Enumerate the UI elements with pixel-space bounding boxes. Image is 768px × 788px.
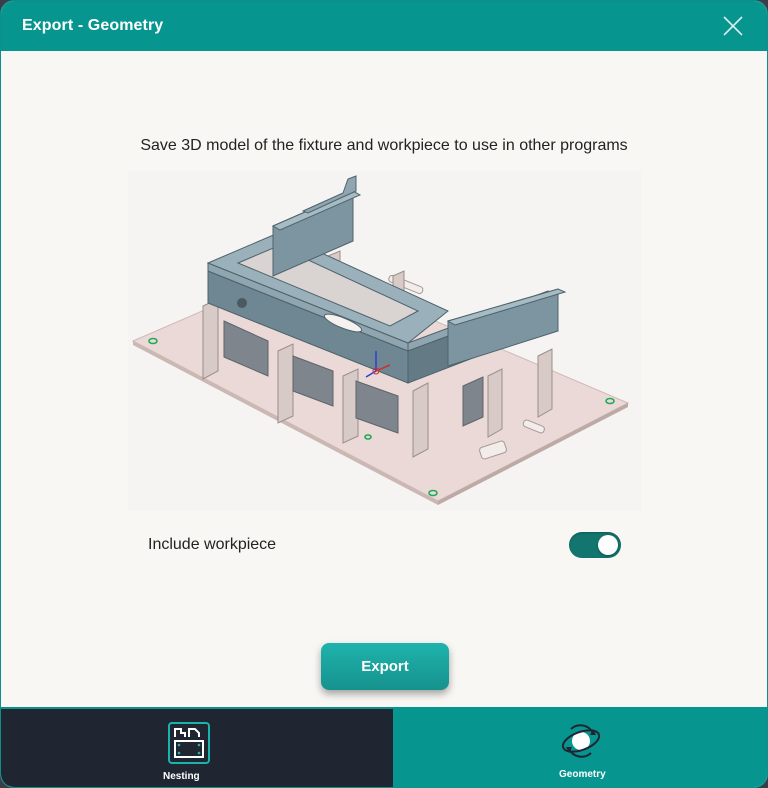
- close-icon: [723, 16, 743, 36]
- export-geometry-dialog: Export - Geometry Save 3D model of the f…: [0, 0, 768, 788]
- fixture-preview-image: [128, 171, 641, 511]
- export-button[interactable]: Export: [321, 643, 449, 690]
- tab-geometry[interactable]: Geometry: [393, 707, 767, 787]
- title-bar: Export - Geometry: [1, 1, 767, 51]
- tab-label-nesting: Nesting: [163, 771, 200, 782]
- close-button[interactable]: [721, 14, 745, 38]
- description-text: Save 3D model of the fixture and workpie…: [140, 137, 628, 154]
- geometry-rotate-icon: [561, 724, 601, 758]
- dialog-content: Save 3D model of the fixture and workpie…: [1, 51, 767, 707]
- bottom-tab-bar: Nesting Geometry: [1, 707, 767, 787]
- nesting-icon: [168, 722, 210, 764]
- tab-label-geometry: Geometry: [559, 769, 606, 780]
- tab-nesting[interactable]: Nesting: [1, 707, 393, 787]
- dialog-title: Export - Geometry: [22, 17, 164, 34]
- include-workpiece-toggle[interactable]: [569, 532, 621, 558]
- toggle-knob: [598, 535, 618, 555]
- include-workpiece-label: Include workpiece: [148, 536, 277, 553]
